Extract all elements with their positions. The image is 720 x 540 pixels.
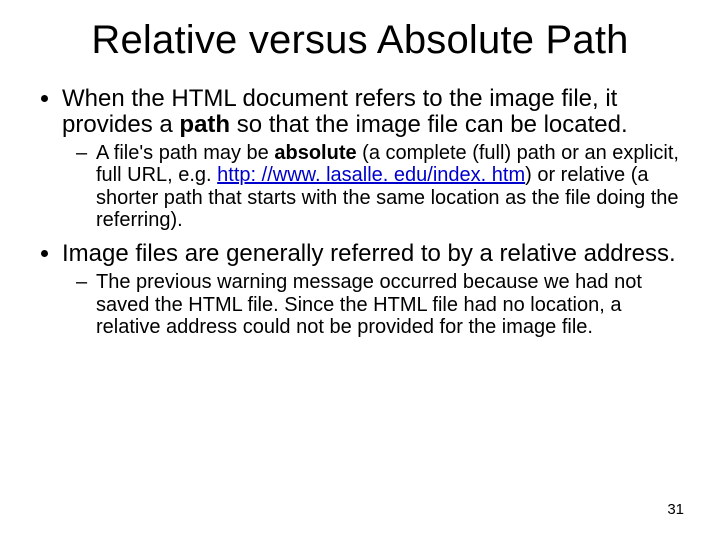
sub-bullet-list-1: A file's path may be absolute (a complet…: [62, 142, 684, 232]
sub-bullet-1: A file's path may be absolute (a complet…: [96, 142, 684, 232]
sub-bullet-list-2: The previous warning message occurred be…: [62, 271, 684, 338]
bullet-1-text-post: so that the image file can be located.: [230, 111, 628, 138]
sub-bullet-2-text: The previous warning message occurred be…: [96, 271, 642, 338]
sub-bullet-1-bold: absolute: [274, 142, 356, 164]
sub-bullet-1-pre: A file's path may be: [96, 142, 274, 164]
bullet-2: Image files are generally referred to by…: [62, 241, 684, 338]
url-link[interactable]: http: //www. lasalle. edu/index. htm: [217, 164, 525, 186]
page-number: 31: [667, 501, 684, 518]
bullet-list: When the HTML document refers to the ima…: [36, 86, 684, 338]
sub-bullet-2: The previous warning message occurred be…: [96, 271, 684, 338]
slide-body: When the HTML document refers to the ima…: [36, 86, 684, 348]
bullet-2-text: Image files are generally referred to by…: [62, 240, 676, 267]
bullet-1: When the HTML document refers to the ima…: [62, 86, 684, 231]
slide: Relative versus Absolute Path When the H…: [0, 0, 720, 540]
slide-title: Relative versus Absolute Path: [0, 18, 720, 63]
bullet-1-text-bold: path: [179, 111, 230, 138]
